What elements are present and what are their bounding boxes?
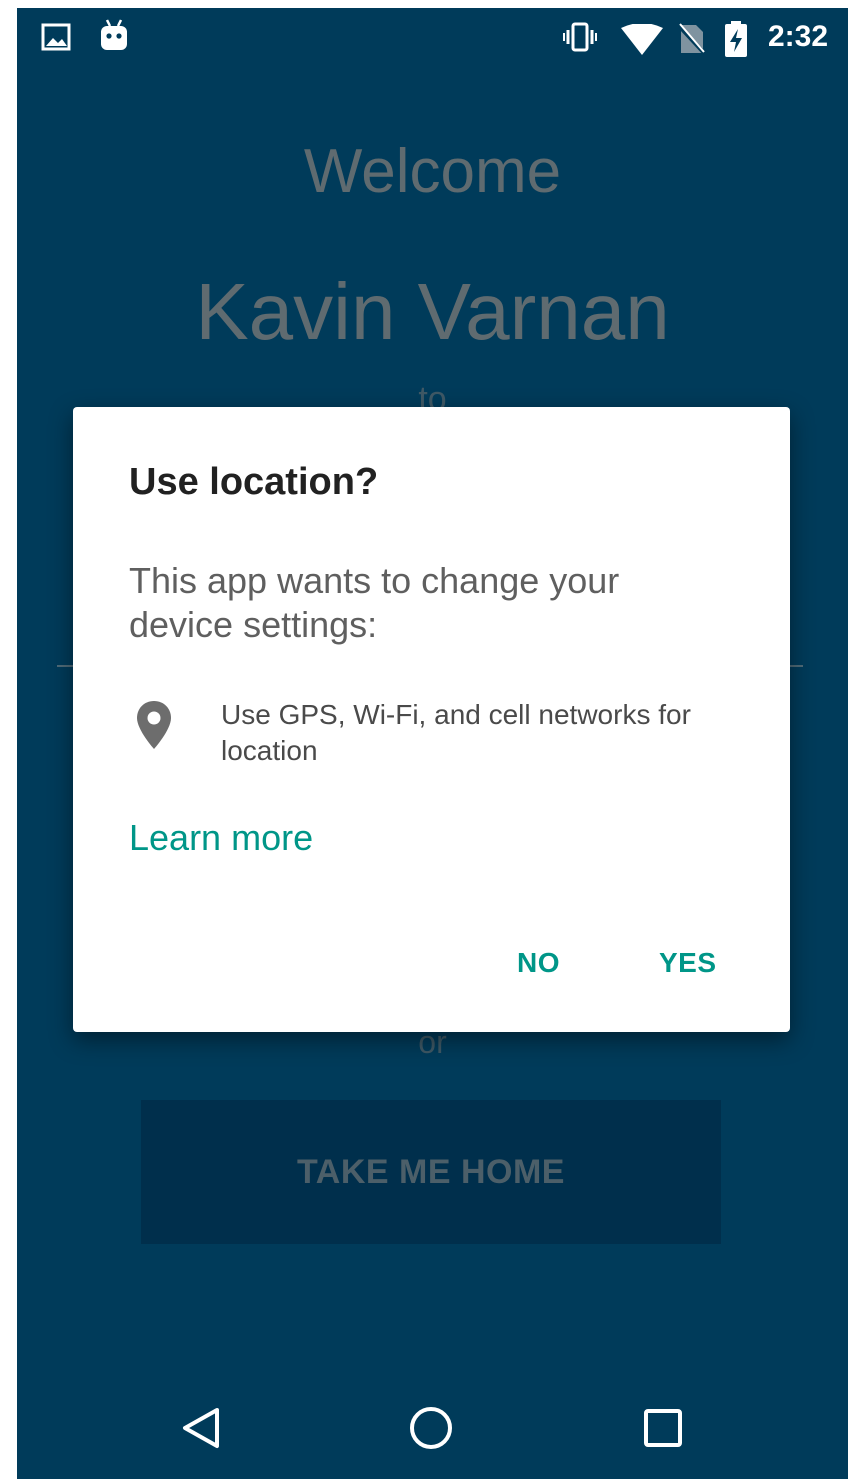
screen: 2:32 Welcome Kavin Varnan to or TAKE ME … (17, 8, 848, 1479)
take-me-home-button[interactable]: TAKE ME HOME (141, 1100, 721, 1244)
learn-more-link[interactable]: Learn more (129, 817, 313, 859)
status-bar: 2:32 (17, 8, 848, 70)
yes-button[interactable]: YES (659, 947, 717, 979)
user-name: Kavin Varnan (195, 267, 670, 356)
home-button[interactable] (401, 1400, 461, 1460)
wifi-icon (620, 23, 664, 61)
location-dialog: Use location? This app wants to change y… (73, 407, 790, 1032)
battery-charging-icon (724, 20, 748, 63)
dialog-message: This app wants to change your device set… (129, 560, 620, 645)
recents-icon (643, 1408, 683, 1453)
location-pin-icon (135, 699, 173, 751)
home-icon (408, 1405, 454, 1456)
recents-button[interactable] (633, 1400, 693, 1460)
welcome-text: Welcome (303, 137, 562, 206)
permission-text: Use GPS, Wi-Fi, and cell networks for lo… (221, 699, 691, 766)
no-button[interactable]: NO (517, 947, 560, 979)
no-sim-icon (677, 22, 707, 61)
status-time: 2:32 (767, 20, 828, 53)
android-debug-icon (99, 18, 129, 57)
permission-row: Use GPS, Wi-Fi, and cell networks for lo… (129, 697, 739, 777)
dialog-title: Use location? (129, 461, 379, 503)
back-button[interactable] (171, 1400, 231, 1460)
back-icon (179, 1406, 223, 1455)
image-icon (41, 22, 71, 57)
vibrate-icon (563, 22, 597, 57)
